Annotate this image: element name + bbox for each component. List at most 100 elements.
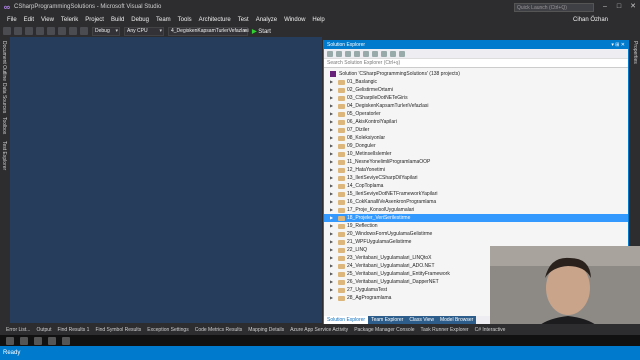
back-icon[interactable] xyxy=(327,50,333,57)
tab-code-metrics-results[interactable]: Code Metrics Results xyxy=(195,327,243,333)
menu-tools[interactable]: Tools xyxy=(178,17,192,23)
menu-help[interactable]: Help xyxy=(312,17,324,23)
test-explorer-tab[interactable]: Test Explorer xyxy=(1,141,7,170)
tree-item[interactable]: ▶ 10_MetinselIslemler xyxy=(324,150,628,158)
expand-arrow-icon[interactable]: ▶ xyxy=(330,158,333,166)
menu-build[interactable]: Build xyxy=(111,17,124,23)
tab-class-view[interactable]: Class View xyxy=(406,316,437,324)
back-icon[interactable] xyxy=(3,27,11,35)
menu-window[interactable]: Window xyxy=(284,17,305,23)
expand-arrow-icon[interactable]: ▶ xyxy=(330,182,333,190)
properties-tab[interactable]: Properties xyxy=(632,41,638,64)
sync-icon[interactable] xyxy=(354,50,360,57)
solution-node[interactable]: Solution 'CSharpProgrammingSolutions' (1… xyxy=(324,70,628,78)
expand-arrow-icon[interactable]: ▶ xyxy=(330,110,333,118)
expand-arrow-icon[interactable]: ▶ xyxy=(330,118,333,126)
expand-arrow-icon[interactable]: ▶ xyxy=(330,150,333,158)
maximize-button[interactable]: □ xyxy=(612,0,626,14)
expand-arrow-icon[interactable]: ▶ xyxy=(330,78,333,86)
tree-item[interactable]: ▶ 18_Projeler_VeriSerilestirme xyxy=(324,214,628,222)
expand-arrow-icon[interactable]: ▶ xyxy=(330,254,333,262)
tree-item[interactable]: ▶ 21_WPFUygulamaGelistirme xyxy=(324,238,628,246)
menu-team[interactable]: Team xyxy=(156,17,171,23)
expand-arrow-icon[interactable]: ▶ xyxy=(330,166,333,174)
tree-item[interactable]: ▶ 05_Operatorler xyxy=(324,110,628,118)
tree-item[interactable]: ▶ 13_IleriSeviyeCSharpDilYapilari xyxy=(324,174,628,182)
document-outline-tab[interactable]: Document Outline xyxy=(1,41,7,81)
toolbox-tab[interactable]: Toolbox xyxy=(1,117,7,134)
quick-launch-input[interactable]: Quick Launch (Ctrl+Q) xyxy=(514,3,594,12)
tab-find-results-1[interactable]: Find Results 1 xyxy=(57,327,89,333)
preview-icon[interactable] xyxy=(399,50,405,57)
menu-debug[interactable]: Debug xyxy=(131,17,149,23)
refresh-icon[interactable] xyxy=(363,50,369,57)
expand-arrow-icon[interactable]: ▶ xyxy=(330,222,333,230)
expand-arrow-icon[interactable]: ▶ xyxy=(330,214,333,222)
expand-arrow-icon[interactable]: ▶ xyxy=(330,262,333,270)
startup-project-dropdown[interactable]: 4_DegiskenKapsamTurlerVefazlasi xyxy=(168,26,249,36)
tab-team-explorer[interactable]: Team Explorer xyxy=(368,316,407,324)
tree-item[interactable]: ▶ 16_CokKanalliVeAsenkronProgramlama xyxy=(324,198,628,206)
expand-arrow-icon[interactable]: ▶ xyxy=(330,270,333,278)
tab-exception-settings[interactable]: Exception Settings xyxy=(147,327,188,333)
tab-find-symbol-results[interactable]: Find Symbol Results xyxy=(95,327,141,333)
tab-output[interactable]: Output xyxy=(36,327,51,333)
tree-item[interactable]: ▶ 06_AkisKontrolYapilari xyxy=(324,118,628,126)
close-button[interactable]: ✕ xyxy=(626,0,640,14)
tree-item[interactable]: ▶ 17_Proje_KonsolUygulamalari xyxy=(324,206,628,214)
undo-icon[interactable] xyxy=(69,27,77,35)
visual-studio-icon[interactable] xyxy=(48,336,56,345)
play-icon[interactable] xyxy=(6,336,14,345)
user-account[interactable]: Cihan Özhan xyxy=(573,17,608,23)
open-file-icon[interactable] xyxy=(36,27,44,35)
tab-csharp-interactive[interactable]: C# Interactive xyxy=(475,327,506,333)
expand-arrow-icon[interactable]: ▶ xyxy=(330,278,333,286)
start-button[interactable]: ▶ Start xyxy=(252,28,271,35)
pin-icon[interactable]: ▾ ⊞ ✕ xyxy=(611,41,625,49)
rewind-icon[interactable] xyxy=(20,336,28,345)
menu-file[interactable]: File xyxy=(7,17,17,23)
save-icon[interactable] xyxy=(47,27,55,35)
tree-item[interactable]: ▶ 15_IleriSeviyeDotNETFrameworkYapilari xyxy=(324,190,628,198)
expand-arrow-icon[interactable]: ▶ xyxy=(330,302,333,303)
expand-arrow-icon[interactable]: ▶ xyxy=(330,94,333,102)
properties-icon[interactable] xyxy=(390,50,396,57)
expand-arrow-icon[interactable]: ▶ xyxy=(330,134,333,142)
save-all-icon[interactable] xyxy=(58,27,66,35)
tree-item[interactable]: ▶ 07_Diziler xyxy=(324,126,628,134)
expand-arrow-icon[interactable]: ▶ xyxy=(330,190,333,198)
tab-model-browser[interactable]: Model Browser xyxy=(436,316,477,324)
new-project-icon[interactable] xyxy=(25,27,33,35)
forward-icon[interactable] xyxy=(14,27,22,35)
tree-item[interactable]: ▶ 19_Reflection xyxy=(324,222,628,230)
expand-arrow-icon[interactable]: ▶ xyxy=(330,294,333,302)
tree-item[interactable]: ▶ 08_Koleksiyonlar xyxy=(324,134,628,142)
tree-item[interactable]: ▶ 02_GelistirmeOrtami xyxy=(324,86,628,94)
tab-error-list[interactable]: Error List... xyxy=(6,327,30,333)
redo-icon[interactable] xyxy=(80,27,88,35)
expand-arrow-icon[interactable]: ▶ xyxy=(330,230,333,238)
tab-azure-app-service-activity[interactable]: Azure App Service Activity xyxy=(290,327,348,333)
tree-item[interactable]: ▶ 03_CSharpileDotNETeGiris xyxy=(324,94,628,102)
forward-icon[interactable] xyxy=(336,50,342,57)
tab-task-runner-explorer[interactable]: Task Runner Explorer xyxy=(421,327,469,333)
expand-arrow-icon[interactable]: ▶ xyxy=(330,174,333,182)
volume-icon[interactable] xyxy=(34,336,42,345)
tree-item[interactable]: ▶ 04_DegiskenKapsamTurleriVefazlasi xyxy=(324,102,628,110)
expand-arrow-icon[interactable]: ▶ xyxy=(330,86,333,94)
tab-package-manager-console[interactable]: Package Manager Console xyxy=(354,327,414,333)
solution-configuration-dropdown[interactable]: Debug xyxy=(92,26,120,36)
tab-solution-explorer[interactable]: Solution Explorer xyxy=(324,316,369,324)
menu-analyze[interactable]: Analyze xyxy=(256,17,277,23)
expand-arrow-icon[interactable]: ▶ xyxy=(330,286,333,294)
menu-edit[interactable]: Edit xyxy=(24,17,34,23)
solution-platform-dropdown[interactable]: Any CPU xyxy=(124,26,164,36)
minimize-button[interactable]: – xyxy=(598,0,612,14)
tree-item[interactable]: ▶ 11_NesneYonelimliProgramlamaOOP xyxy=(324,158,628,166)
tree-item[interactable]: ▶ 14_CopToplama xyxy=(324,182,628,190)
show-all-files-icon[interactable] xyxy=(381,50,387,57)
expand-arrow-icon[interactable]: ▶ xyxy=(330,238,333,246)
collapse-all-icon[interactable] xyxy=(372,50,378,57)
expand-arrow-icon[interactable]: ▶ xyxy=(330,102,333,110)
expand-arrow-icon[interactable]: ▶ xyxy=(330,198,333,206)
